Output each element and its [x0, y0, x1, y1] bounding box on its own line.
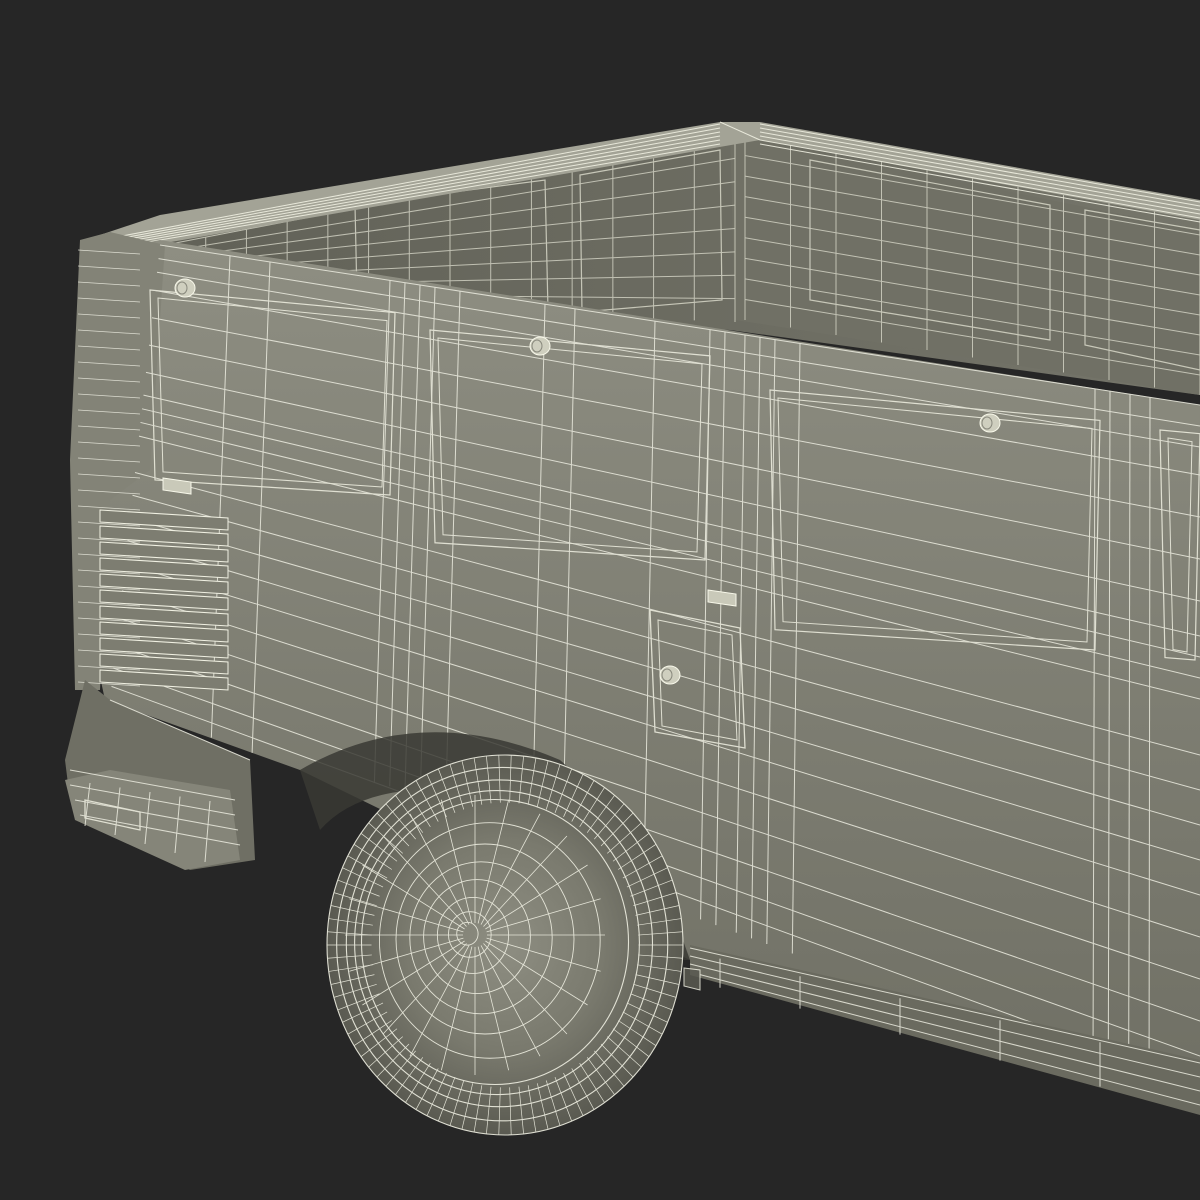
vent-grille — [99, 509, 229, 691]
rear-wheel — [326, 754, 684, 1136]
wireframe-truck-render — [0, 0, 1200, 1200]
